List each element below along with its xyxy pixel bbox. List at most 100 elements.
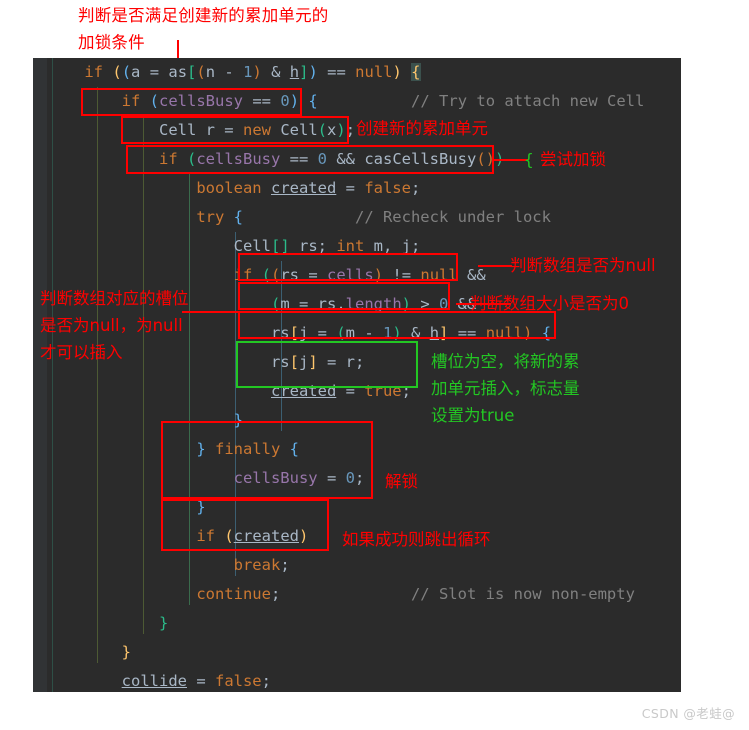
code-line: continue; // Slot is now non-empty [33,580,681,609]
code-token: try [196,208,225,226]
code-token: ; [410,179,421,197]
code-token: ( [270,295,281,313]
code-token: null [355,63,393,81]
code-token: = r; [317,353,365,371]
code-token: break [233,556,281,574]
code-token: && [457,266,496,284]
annotation-leader-line-trylock [494,159,528,161]
code-token: int [336,237,365,255]
annotation-lock-condition: 判断是否满足创建新的累加单元的 加锁条件 [78,6,329,52]
code-token: created [233,527,299,545]
code-token: = [308,324,337,342]
code-token: null [485,324,524,342]
code-token: { [308,92,318,110]
code-token: ( [112,63,122,81]
code-token: ) [252,63,262,81]
code-token: rs. [317,295,346,313]
annotation-break-loop: 如果成功则跳出循环 [342,530,491,549]
code-token: as [168,63,188,81]
code-token: ) [373,266,384,284]
code-token: && [327,150,365,168]
code-token: ( [196,63,206,81]
code-token: = [317,469,346,487]
code-token: } [196,498,206,516]
code-token: // Try to attach new Cell [411,92,645,110]
code-token: 1 [383,324,393,342]
code-token: h [289,63,300,81]
annotation-create-cell: 创建新的累加单元 [356,119,488,138]
code-token: ) [392,63,402,81]
code-token: ; [401,382,411,400]
code-token: created [270,382,337,400]
code-line: boolean created = false; [33,174,681,203]
code-token: ( [317,121,327,139]
code-token: continue [196,585,271,603]
code-token: ) [401,295,411,313]
code-token: == [317,63,356,81]
code-token: h [429,324,440,342]
code-token: cellsBusy [233,469,318,487]
code-token: j [298,353,309,371]
code-token: finally [215,440,281,458]
code-token: rs [270,324,290,342]
code-token: - [224,63,234,81]
code-token: ) [392,324,402,342]
code-token: // Slot is now non-empty [410,585,635,603]
code-line: } [33,493,681,522]
code-token: rs [280,266,300,284]
code-token: if [233,266,253,284]
code-token: [ [270,237,281,255]
code-token: Cell [280,121,318,139]
code-token: = [186,672,215,690]
code-token: ( [149,92,160,110]
code-token: collide [121,672,187,690]
code-token: = [299,266,328,284]
code-token: rs; [289,237,337,255]
code-token: ] [280,237,290,255]
annotation-trylock-brace: { [524,150,534,169]
code-line: collide = false; [33,667,681,692]
code-token: if [196,527,215,545]
code-line: } [33,638,681,667]
code-token: } [233,411,243,429]
code-token: ) [289,92,300,110]
code-token: 0 [317,150,328,168]
code-token: ) [308,63,318,81]
code-token: ( [336,324,346,342]
code-token: 0 [280,92,290,110]
code-line: if ((a = as[(n - 1) & h]) == null) { [33,58,681,87]
code-token: false [214,672,262,690]
code-token: > [411,295,439,313]
code-token: 0 [439,295,449,313]
code-token: Cell [233,237,271,255]
code-token: ( [121,63,132,81]
code-token: { [289,440,300,458]
code-token: - [355,324,384,342]
code-token: if [121,92,141,110]
code-token: m [345,324,356,342]
code-line: created = true; [33,377,681,406]
annotation-leader-line-slot-null [182,311,240,313]
code-token: x [327,121,337,139]
code-token: false [364,179,411,197]
